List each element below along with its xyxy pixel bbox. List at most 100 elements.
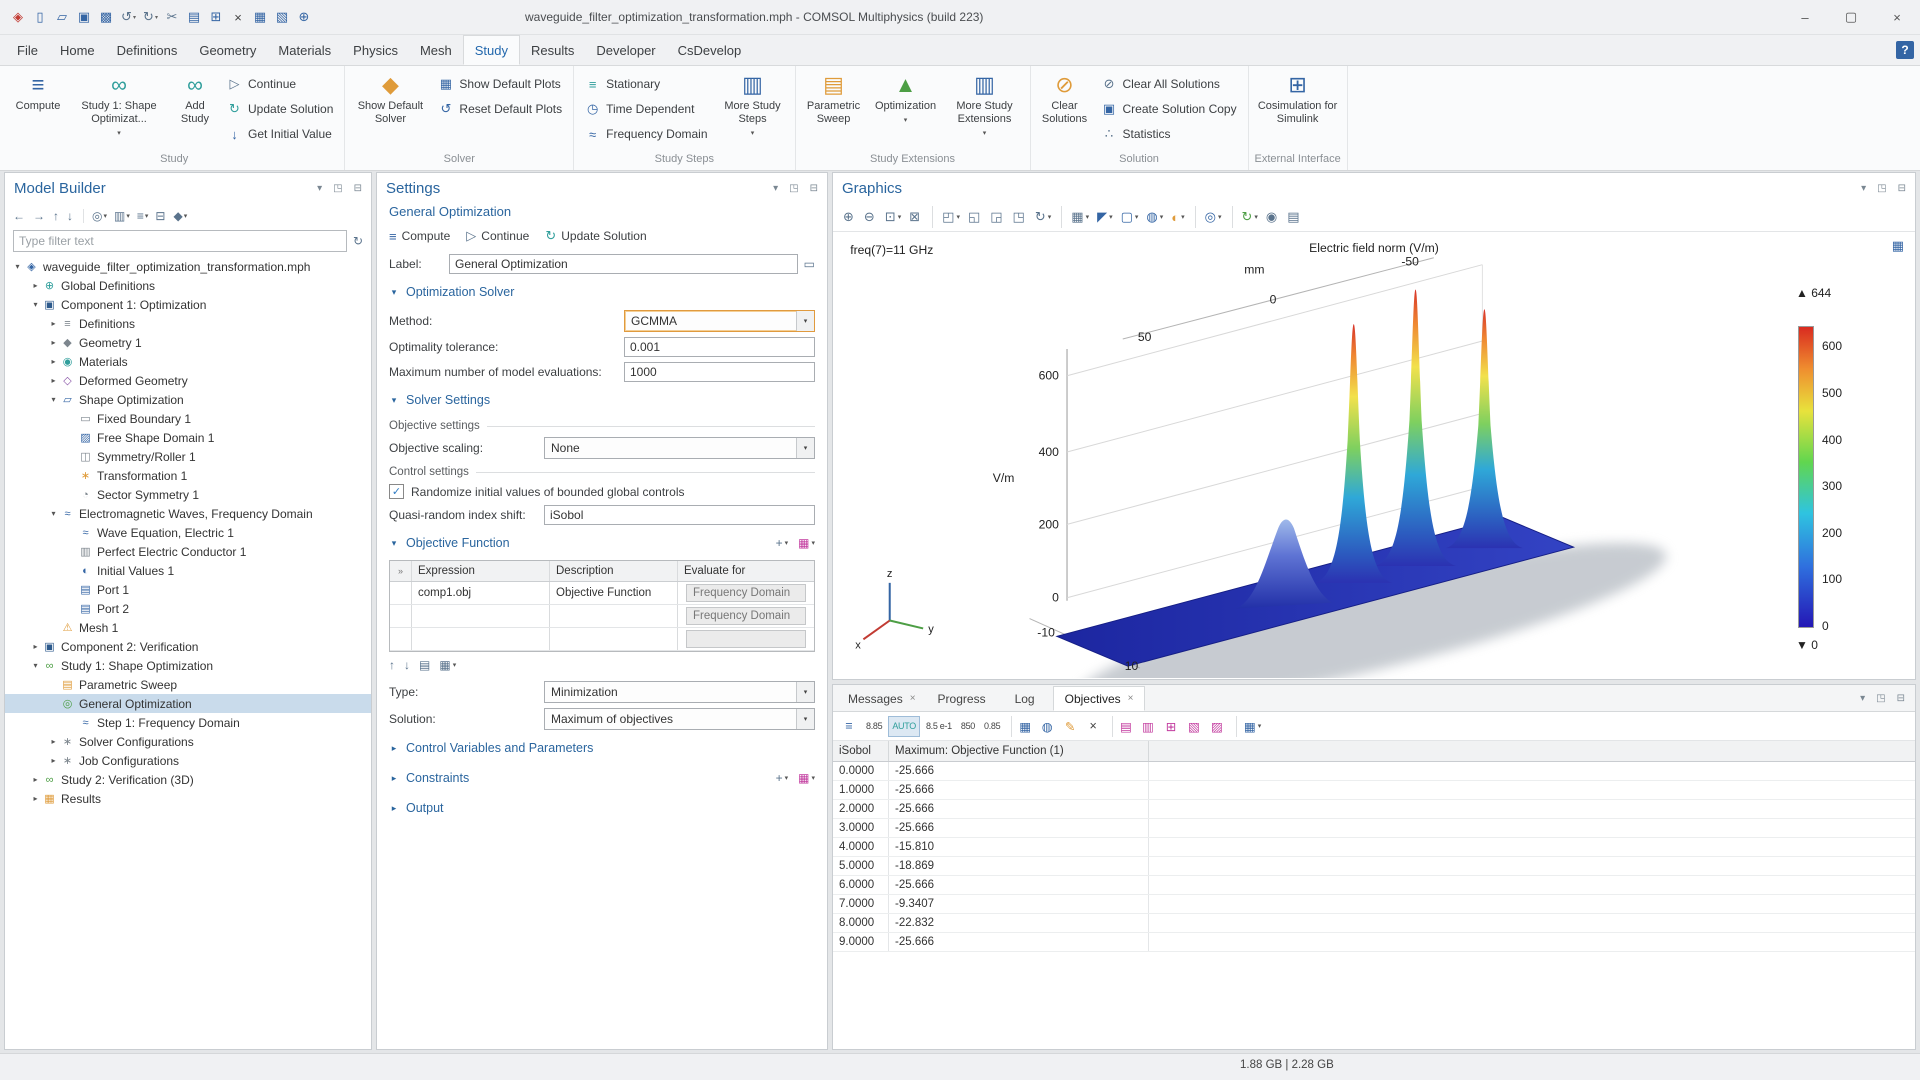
precision-auto-icon[interactable]: AUTO xyxy=(888,716,920,737)
continue-button[interactable]: ▷ Continue xyxy=(221,73,339,95)
objective-table-options-button[interactable]: ▦ ▾ xyxy=(798,536,815,550)
menu-tab[interactable]: Geometry xyxy=(188,35,267,65)
plot-3d-area[interactable]: freq(7)=11 GHz Electric field norm (V/m)… xyxy=(834,232,1914,678)
menu-tab[interactable]: File xyxy=(6,35,49,65)
more-table-icon[interactable]: ▦ ▾ xyxy=(1236,716,1263,737)
tree-node[interactable]: ◐ Initial Values 1 xyxy=(5,561,371,580)
locale-icon[interactable]: ◍ xyxy=(1038,716,1058,737)
precision-sci-icon[interactable]: 8.5 e-1 xyxy=(923,716,955,737)
transparency-icon[interactable]: ◍ ▾ xyxy=(1143,206,1166,228)
copy-icon[interactable]: ▤ xyxy=(184,5,205,29)
update-solution-button[interactable]: ↻ Update Solution xyxy=(221,98,339,120)
pin-panel-icon[interactable]: ⊟ xyxy=(1898,183,1906,194)
tree-node[interactable]: ▸ ⊕ Global Definitions xyxy=(5,276,371,295)
tree-node[interactable]: ▭ Fixed Boundary 1 xyxy=(5,409,371,428)
clear-solutions-button[interactable]: ⊘ Clear Solutions xyxy=(1036,68,1094,153)
load-table-icon[interactable]: ▤ xyxy=(419,658,430,672)
add-study-button[interactable]: ∞ Add Study xyxy=(171,68,219,153)
open-icon[interactable]: ▱ xyxy=(52,5,73,29)
compute-link[interactable]: ≡ Compute xyxy=(389,229,450,244)
close-tab-icon[interactable]: × xyxy=(910,693,916,704)
model-settings-icon[interactable]: ◆ ▾ xyxy=(173,209,187,223)
more-study-steps-button[interactable]: ▥ More Study Steps ▾ xyxy=(716,68,790,153)
tree-columns-icon[interactable]: ▥ ▾ xyxy=(114,209,130,223)
clear-table-icon[interactable]: × xyxy=(1084,716,1104,737)
solution-select[interactable]: Maximum of objectives ▾ xyxy=(544,708,815,730)
objectives-row[interactable]: 6.0000 -25.666 xyxy=(833,876,1915,895)
view-yz-icon[interactable]: ◲ xyxy=(987,206,1007,228)
time-dependent-button[interactable]: ◷ Time Dependent xyxy=(579,98,713,120)
add-to-table-icon[interactable]: ⊞ xyxy=(1162,716,1182,737)
objectives-row[interactable]: 3.0000 -25.666 xyxy=(833,819,1915,838)
chevron-down-icon[interactable]: ▾ xyxy=(1861,183,1866,194)
tree-expander-icon[interactable]: ▾ xyxy=(29,300,42,309)
reset-desktop-icon[interactable]: ▧ xyxy=(272,5,293,29)
tree-node[interactable]: ▸ ∞ Study 2: Verification (3D) xyxy=(5,770,371,789)
messages-tab[interactable]: Messages × xyxy=(837,686,927,711)
quasi-random-shift-input[interactable] xyxy=(544,505,815,525)
tree-expander-icon[interactable]: ▸ xyxy=(47,338,60,347)
objectives-row[interactable]: 4.0000 -15.810 xyxy=(833,838,1915,857)
float-panel-icon[interactable]: ◳ xyxy=(333,183,342,194)
description-cell[interactable]: Objective Function xyxy=(550,582,678,604)
pin-panel-icon[interactable]: ⊟ xyxy=(810,183,818,194)
tree-expander-icon[interactable]: ▸ xyxy=(47,376,60,385)
objectives-row[interactable]: 0.0000 -25.666 xyxy=(833,762,1915,781)
snapshot-icon[interactable]: ◉ xyxy=(1263,206,1282,228)
tree-expander-icon[interactable]: ▸ xyxy=(47,357,60,366)
tree-expander-icon[interactable]: ▾ xyxy=(29,661,42,670)
expression-cell[interactable] xyxy=(412,605,550,627)
menu-tab[interactable]: Developer xyxy=(585,35,666,65)
environment-light-icon[interactable]: ◐ ▾ xyxy=(1168,206,1187,228)
select-mode-icon[interactable]: ◤ ▾ xyxy=(1094,206,1116,228)
statistics-button[interactable]: ∴ Statistics xyxy=(1096,123,1243,145)
refresh-icon[interactable]: ↻ xyxy=(353,234,363,248)
menu-tab[interactable]: Results xyxy=(520,35,585,65)
objectives-row[interactable]: 8.0000 -22.832 xyxy=(833,914,1915,933)
menu-tab[interactable]: Home xyxy=(49,35,106,65)
tree-expander-icon[interactable]: ▸ xyxy=(47,756,60,765)
optimality-tolerance-input[interactable] xyxy=(624,337,815,357)
tree-filter-input[interactable] xyxy=(13,230,347,252)
tree-expander-icon[interactable]: ▸ xyxy=(47,319,60,328)
tree-node[interactable]: ▾ ▣ Component 1: Optimization xyxy=(5,295,371,314)
material-rendering-icon[interactable]: ▢ ▾ xyxy=(1118,206,1142,228)
menu-tab[interactable]: Study xyxy=(463,35,520,65)
objectives-row[interactable]: 1.0000 -25.666 xyxy=(833,781,1915,800)
study1-button[interactable]: ∞ Study 1: Shape Optimizat... ▾ xyxy=(69,68,169,153)
compute-button[interactable]: ≡ Compute xyxy=(9,68,67,153)
tree-node[interactable]: ▸ ∗ Job Configurations xyxy=(5,751,371,770)
section-control-variables[interactable]: ▸ Control Variables and Parameters xyxy=(389,735,815,761)
close-tab-icon[interactable]: × xyxy=(1128,693,1134,704)
objective-column-header[interactable]: Maximum: Objective Function (1) xyxy=(889,741,1149,761)
tree-node[interactable]: ▸ ◉ Materials xyxy=(5,352,371,371)
section-output[interactable]: ▸ Output xyxy=(389,795,815,821)
objective-table-row[interactable]: comp1.obj Objective Function Frequency D… xyxy=(390,582,814,605)
menu-tab[interactable]: Materials xyxy=(267,35,342,65)
tree-expander-icon[interactable]: ▾ xyxy=(47,395,60,404)
chevron-down-icon[interactable]: ▾ xyxy=(317,183,322,194)
parametric-sweep-button[interactable]: ▤ Parametric Sweep xyxy=(801,68,867,153)
save-icon[interactable]: ▣ xyxy=(74,5,95,29)
delete-icon[interactable]: × xyxy=(228,5,249,29)
chevron-down-icon[interactable]: ▾ xyxy=(773,183,778,194)
stationary-button[interactable]: ≡ Stationary xyxy=(579,73,713,95)
description-cell[interactable] xyxy=(550,605,678,627)
precision-eng-icon[interactable]: 850 xyxy=(958,716,978,737)
tree-expander-icon[interactable]: ▸ xyxy=(29,775,42,784)
evaluate-for-cell[interactable] xyxy=(686,630,806,648)
print-icon[interactable]: ▤ xyxy=(1284,206,1304,228)
expression-cell[interactable] xyxy=(412,628,550,650)
table-format-icon[interactable]: ▦ xyxy=(1011,716,1035,737)
zoom-extents-icon[interactable]: ⊡ ▾ xyxy=(882,206,904,228)
zoom-in-icon[interactable]: ⊕ xyxy=(840,206,859,228)
clear-all-solutions-button[interactable]: ⊘ Clear All Solutions xyxy=(1096,73,1243,95)
back-icon[interactable]: ← xyxy=(13,209,26,223)
zoom-out-icon[interactable]: ⊖ xyxy=(861,206,880,228)
cut-icon[interactable]: ✂ xyxy=(162,5,183,29)
go-to-default-view-icon[interactable]: ◰ ▾ xyxy=(932,206,963,228)
tree-expander-icon[interactable]: ▸ xyxy=(29,281,42,290)
scene-settings-icon[interactable]: ◎ ▾ xyxy=(1195,206,1225,228)
help-icon[interactable]: ? xyxy=(1896,41,1914,59)
section-constraints[interactable]: ▸ Constraints + ▾ ▦ ▾ xyxy=(389,765,815,791)
